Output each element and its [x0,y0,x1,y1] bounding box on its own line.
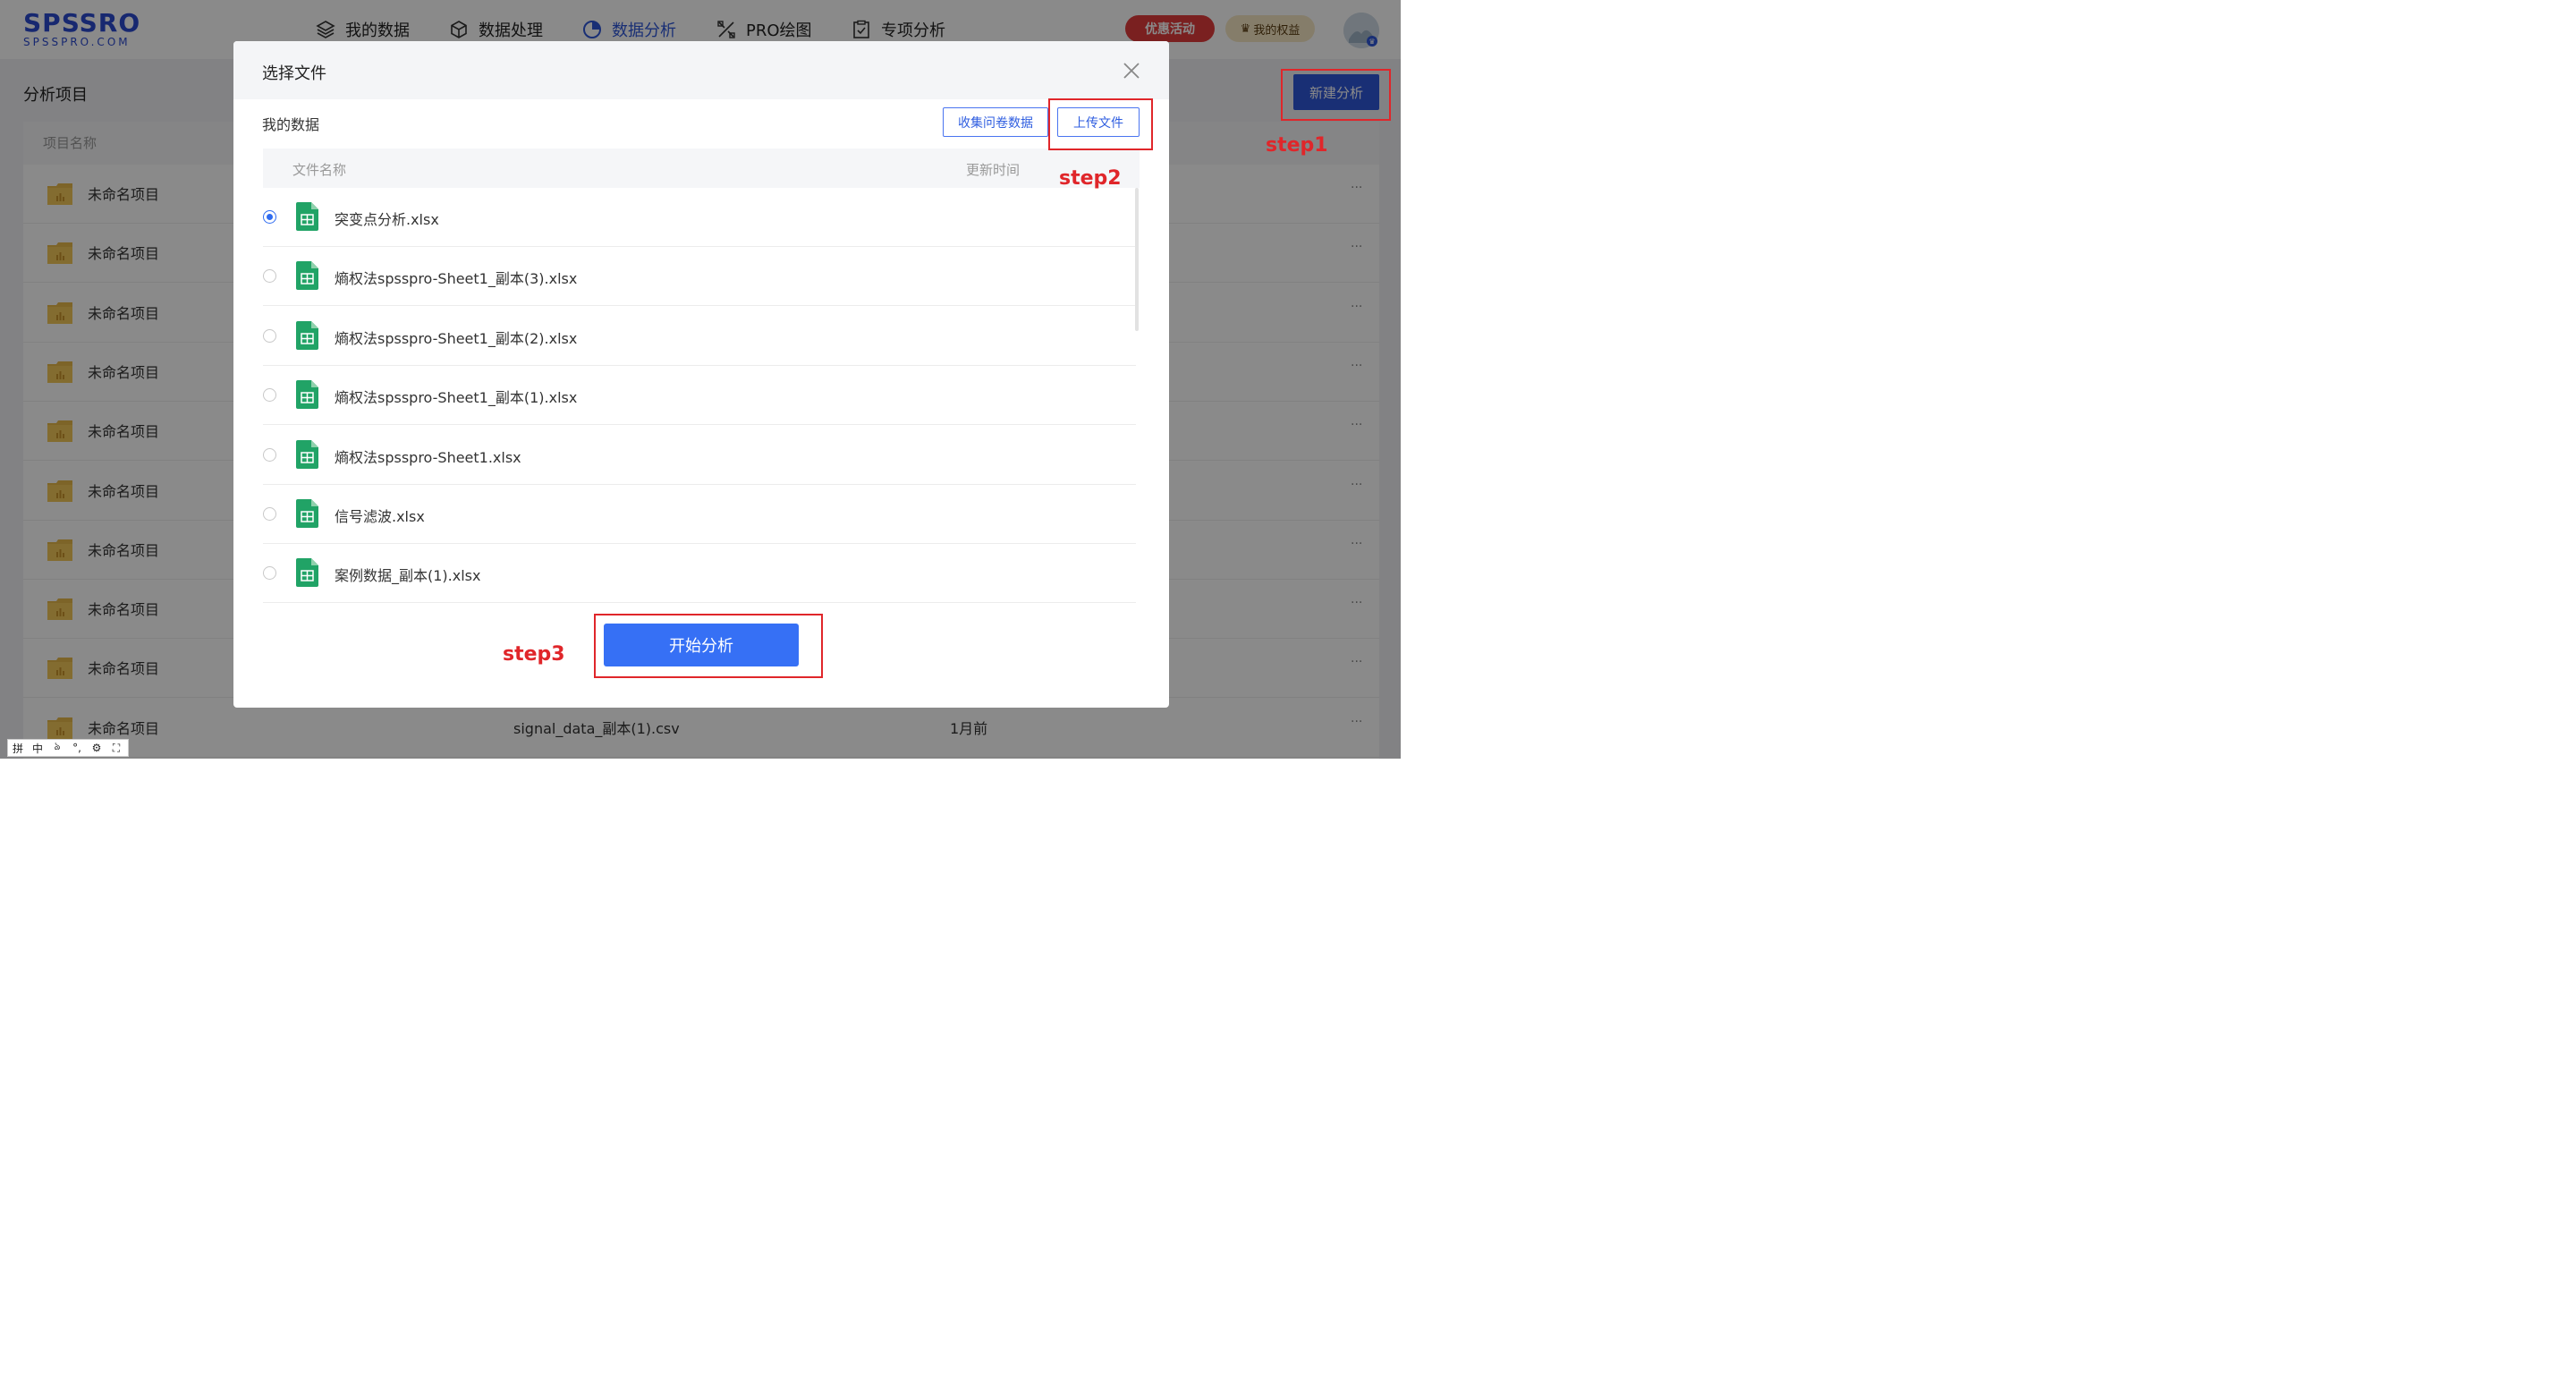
file-name: 熵权法spsspro-Sheet1_副本(1).xlsx [335,389,578,407]
ime-chinese-icon[interactable]: 中 [28,741,47,756]
annotation-step3: step3 [503,643,565,666]
file-row[interactable]: 突变点分析.xlsx [263,188,1136,247]
my-data-section-title: 我的数据 [262,116,320,133]
annotation-step1: step1 [1266,134,1328,157]
file-radio[interactable] [263,507,276,521]
page: SPSSRO SPSSPRO.COM 我的数据 数据处理 数据分析 PRO绘图 … [0,0,1401,759]
dialog-header: 选择文件 [233,41,1169,99]
file-row[interactable]: 熵权法spsspro-Sheet1_副本(3).xlsx [263,247,1136,307]
ime-pinyin-icon[interactable]: 拼 [8,741,28,756]
ime-fullscreen-icon[interactable]: ⛶ [106,742,126,755]
file-radio[interactable] [263,210,276,224]
ime-symbol-icon[interactable]: °, [67,742,87,754]
file-radio[interactable] [263,447,276,462]
ime-settings-icon[interactable]: ⚙ [87,742,106,754]
file-row[interactable]: 熵权法spsspro-Sheet1.xlsx [263,426,1136,485]
column-update-time: 更新时间 [966,162,1021,178]
excel-file-icon [296,320,318,350]
collect-survey-button[interactable]: 收集问卷数据 [943,107,1048,137]
file-row[interactable]: 熵权法spsspro-Sheet1_副本(1).xlsx [263,366,1136,426]
file-name: 熵权法spsspro-Sheet1_副本(3).xlsx [335,270,578,288]
annotation-box-step1 [1281,69,1391,121]
annotation-box-step3 [594,614,823,678]
select-file-dialog: 选择文件 我的数据 收集问卷数据 上传文件 文件名称 更新时间 突变点分析.xl… [233,41,1169,708]
column-file-name: 文件名称 [292,162,347,178]
annotation-step2: step2 [1059,167,1122,190]
excel-file-icon [296,202,318,231]
excel-file-icon [296,558,318,588]
file-name: 突变点分析.xlsx [335,211,439,228]
file-radio[interactable] [263,566,276,581]
file-radio[interactable] [263,388,276,403]
excel-file-icon [296,439,318,469]
file-row[interactable]: 熵权法spsspro-Sheet1_副本(2).xlsx [263,307,1136,366]
dialog-title: 选择文件 [262,64,326,83]
ime-toolbar[interactable]: 拼 中 ঌ °, ⚙ ⛶ [7,739,129,757]
file-name: 熵权法spsspro-Sheet1.xlsx [335,448,521,466]
file-list-scrollbar[interactable] [1135,188,1139,331]
file-name: 案例数据_副本(1).xlsx [335,567,481,585]
file-radio[interactable] [263,269,276,284]
close-icon[interactable] [1122,61,1141,81]
file-row[interactable]: 信号滤波.xlsx [263,485,1136,544]
file-name: 信号滤波.xlsx [335,508,425,525]
file-row[interactable]: 案例数据_副本(1).xlsx [263,544,1136,604]
excel-file-icon [296,261,318,291]
excel-file-icon [296,380,318,410]
file-radio[interactable] [263,328,276,343]
excel-file-icon [296,499,318,528]
annotation-box-step2 [1048,98,1153,150]
ime-punct-icon[interactable]: ঌ [47,739,67,757]
file-name: 熵权法spsspro-Sheet1_副本(2).xlsx [335,329,578,347]
file-list-header: 文件名称 更新时间 [263,149,1140,188]
